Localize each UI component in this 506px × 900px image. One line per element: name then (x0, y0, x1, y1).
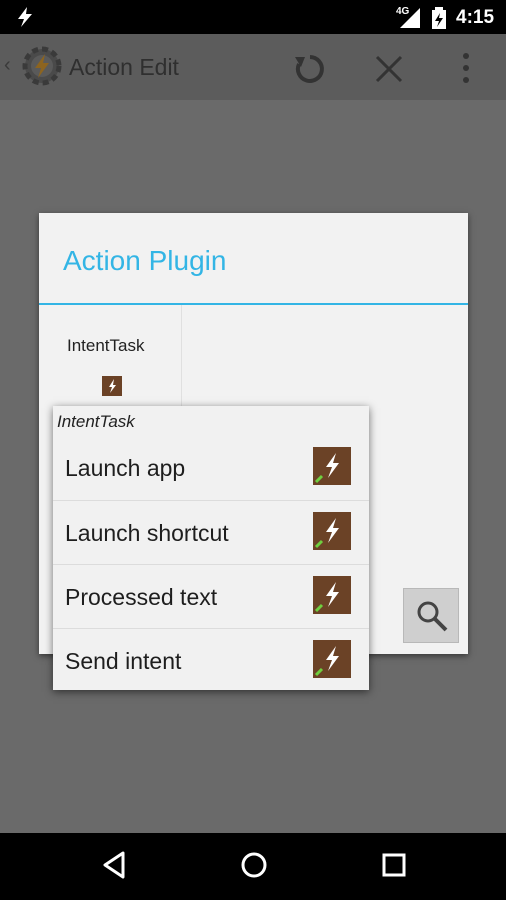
menu-item-label: Launch shortcut (65, 520, 229, 546)
navigation-bar (0, 833, 506, 900)
intenttask-icon (313, 512, 351, 550)
bolt-icon (14, 6, 36, 33)
intenttask-icon (313, 447, 351, 485)
status-bar: 4G 4:15 (0, 0, 506, 34)
undo-icon[interactable] (292, 51, 328, 92)
menu-item-label: Send intent (65, 648, 182, 674)
menu-item-processed-text[interactable]: Processed text (53, 565, 369, 629)
intenttask-icon (313, 576, 351, 614)
intenttask-icon (313, 640, 351, 678)
nav-recents-icon[interactable] (381, 851, 407, 884)
clock: 4:15 (456, 7, 495, 28)
plugin-name: IntentTask (67, 336, 145, 355)
menu-item-label: Processed text (65, 584, 218, 610)
dialog-title: Action Plugin (63, 245, 227, 276)
page-title: Action Edit (69, 54, 179, 80)
signal-icon (400, 8, 420, 33)
back-chevron-icon[interactable]: ‹ (4, 54, 11, 77)
tasker-icon[interactable] (20, 44, 64, 93)
nav-home-icon[interactable] (240, 851, 268, 884)
menu-item-send-intent[interactable]: Send intent (53, 629, 369, 693)
search-button[interactable] (403, 588, 459, 643)
close-icon[interactable] (374, 54, 404, 89)
intenttask-popup-menu: IntentTask Launch app Launch shortcut Pr… (53, 406, 369, 690)
action-bar: ‹ Action Edit (0, 34, 506, 100)
menu-item-label: Launch app (65, 455, 186, 481)
nav-back-icon[interactable] (101, 851, 127, 884)
overflow-menu-icon[interactable] (460, 52, 472, 89)
intenttask-icon (102, 376, 122, 396)
menu-item-launch-app[interactable]: Launch app (53, 436, 369, 500)
popup-header: IntentTask (57, 412, 135, 431)
battery-icon (431, 7, 447, 34)
menu-item-launch-shortcut[interactable]: Launch shortcut (53, 501, 369, 565)
